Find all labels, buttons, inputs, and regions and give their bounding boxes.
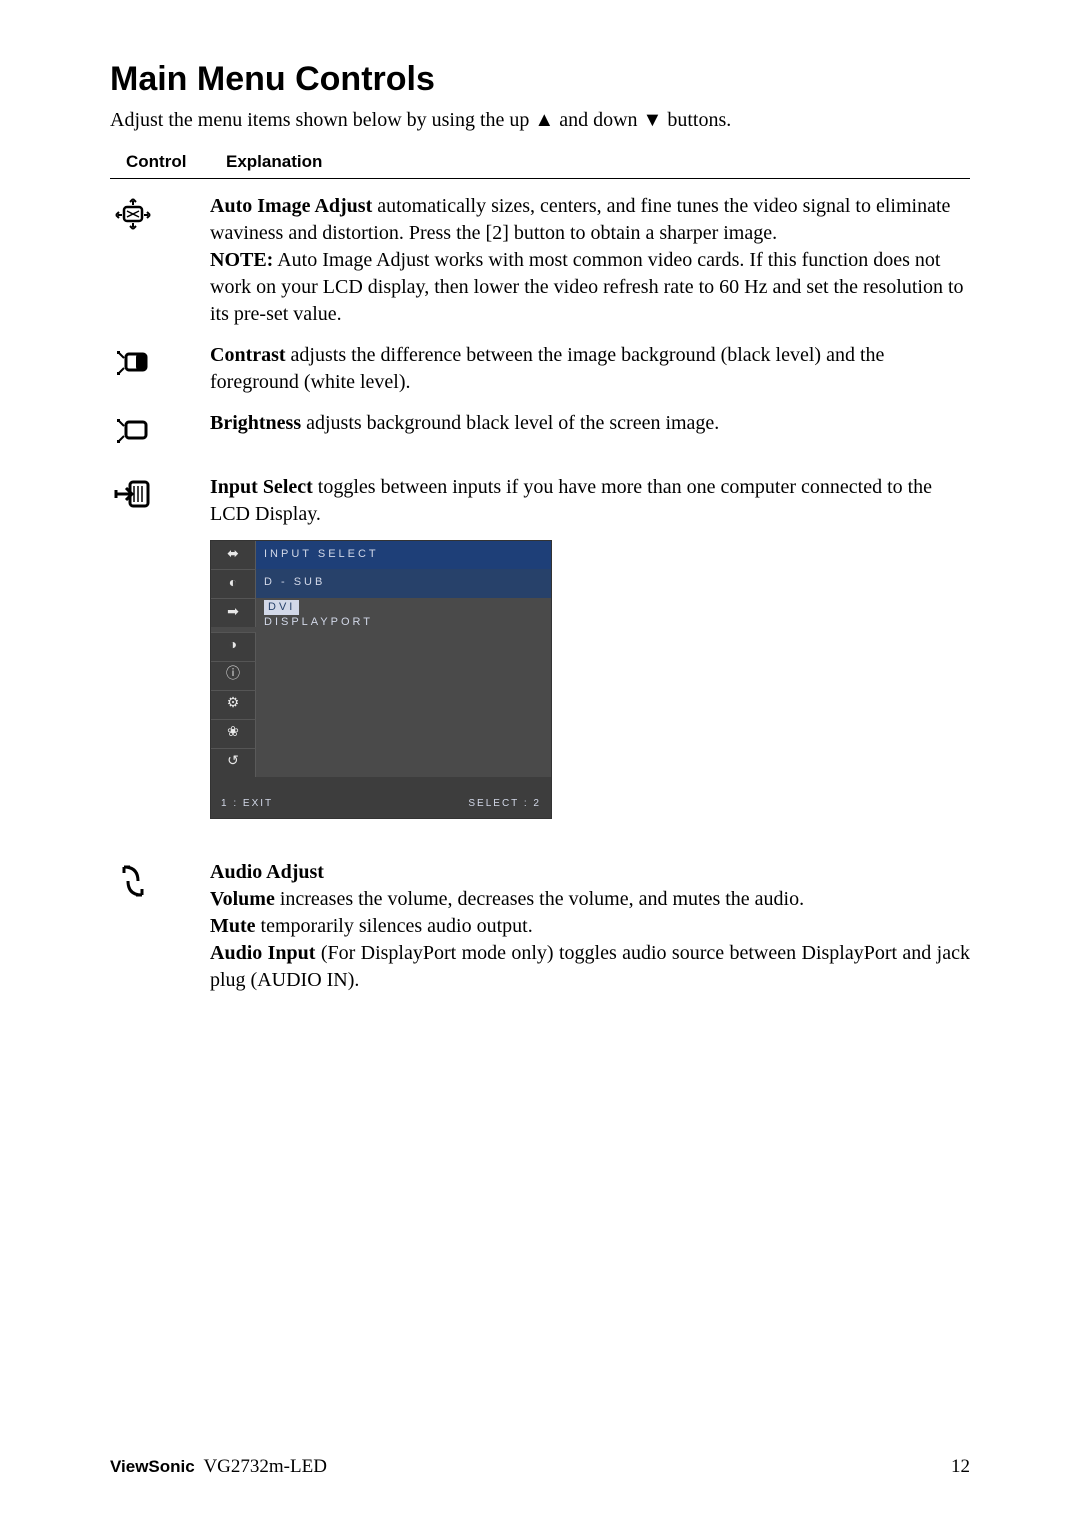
osd-icon-info: ⓘ	[211, 661, 256, 690]
auto-image-note-text: Auto Image Adjust works with most common…	[210, 249, 964, 325]
table-header-row: Control Explanation	[110, 152, 970, 179]
input-select-rest: toggles between inputs if you have more …	[210, 476, 932, 525]
entry-contrast: Contrast adjusts the difference between …	[110, 342, 970, 396]
osd-icon-setup: ❀	[211, 719, 256, 748]
audio-mute-lead: Mute	[210, 915, 256, 937]
page-heading: Main Menu Controls	[110, 60, 970, 99]
brightness-lead: Brightness	[210, 412, 301, 434]
auto-image-lead: Auto Image Adjust	[210, 195, 372, 217]
input-select-lead: Input Select	[210, 476, 313, 498]
osd-footer: 1 : EXIT SELECT : 2	[211, 787, 551, 819]
osd-title: INPUT SELECT	[256, 541, 551, 569]
intro-pre: Adjust the menu items shown below by usi…	[110, 109, 534, 131]
audio-adjust-icon	[110, 861, 156, 901]
entry-input-select: Input Select toggles between inputs if y…	[110, 474, 970, 845]
audio-input-lead: Audio Input	[210, 942, 315, 964]
audio-mute-rest: temporarily silences audio output.	[256, 915, 533, 937]
footer-model: VG2732m-LED	[203, 1456, 326, 1477]
entry-audio-adjust: Audio Adjust Volume increases the volume…	[110, 859, 970, 994]
up-triangle-icon: ▲	[534, 109, 554, 131]
contrast-icon	[110, 344, 156, 384]
page-footer: ViewSonic VG2732m-LED 12	[110, 1456, 970, 1478]
intro-text: Adjust the menu items shown below by usi…	[110, 109, 970, 132]
auto-image-note-label: NOTE:	[210, 249, 273, 271]
osd-icon-contrast: ◐	[211, 569, 256, 598]
osd-opt-dvi: DVI	[264, 600, 299, 615]
contrast-rest: adjusts the difference between the image…	[210, 344, 884, 393]
osd-icon-auto: ⬌	[211, 541, 256, 569]
osd-panel: ⬌ INPUT SELECT ◐ D - SUB ➡ DVI DISPLAYP	[210, 540, 552, 819]
audio-title: Audio Adjust	[210, 861, 324, 883]
entry-auto-image: Auto Image Adjust automatically sizes, c…	[110, 193, 970, 328]
osd-body: D - SUB	[256, 569, 551, 598]
table-header-control: Control	[110, 152, 226, 172]
osd-footer-left: 1 : EXIT	[221, 797, 273, 811]
osd-icon-input: ➡	[211, 598, 256, 627]
audio-volume-lead: Volume	[210, 888, 275, 910]
brightness-icon	[110, 412, 156, 452]
down-triangle-icon: ▼	[643, 109, 663, 131]
osd-footer-right: SELECT : 2	[468, 797, 541, 811]
audio-input-rest: (For DisplayPort mode only) toggles audi…	[210, 942, 970, 991]
osd-opt-displayport: DISPLAYPORT	[264, 615, 543, 630]
intro-mid: and down	[554, 109, 642, 131]
entry-brightness: Brightness adjusts background black leve…	[110, 410, 970, 460]
osd-icon-color: ◑	[211, 632, 256, 661]
footer-pagenum: 12	[951, 1456, 970, 1478]
footer-brand: ViewSonic	[110, 1457, 195, 1476]
auto-image-adjust-icon	[110, 195, 156, 235]
table-header-explanation: Explanation	[226, 152, 970, 172]
osd-opt-dsub: D - SUB	[264, 575, 543, 590]
contrast-lead: Contrast	[210, 344, 286, 366]
audio-volume-rest: increases the volume, decreases the volu…	[275, 888, 804, 910]
osd-icon-manual: ⚙	[211, 690, 256, 719]
osd-icon-recall: ↺	[211, 748, 256, 777]
brightness-rest: adjusts background black level of the sc…	[301, 412, 719, 434]
input-select-icon	[110, 476, 156, 516]
intro-post: buttons.	[662, 109, 731, 131]
